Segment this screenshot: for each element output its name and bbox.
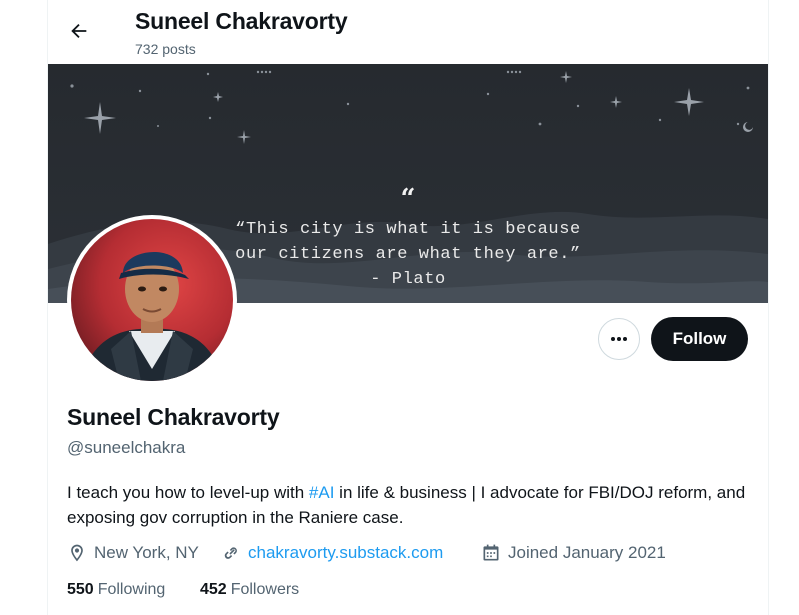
- following-link[interactable]: 550 Following: [67, 581, 165, 599]
- back-button[interactable]: [62, 14, 96, 48]
- followers-label: Followers: [230, 581, 300, 598]
- location-item: New York, NY: [67, 543, 199, 563]
- location-icon: [71, 544, 83, 562]
- website-link[interactable]: chakravorty.substack.com: [248, 543, 443, 563]
- calendar-icon: [483, 544, 499, 561]
- bio-text: I teach you how to level-up with: [67, 483, 309, 502]
- website-item: chakravorty.substack.com: [221, 543, 443, 563]
- following-count: 550: [67, 581, 94, 598]
- followers-count: 452: [200, 581, 227, 598]
- hashtag-link[interactable]: #AI: [309, 483, 335, 502]
- quote-icon: “: [400, 184, 416, 214]
- link-icon: [224, 547, 237, 559]
- profile-display-name: Suneel Chakravorty: [67, 404, 280, 430]
- more-options-button[interactable]: [598, 318, 640, 360]
- location-text: New York, NY: [94, 543, 199, 562]
- follow-button[interactable]: Follow: [651, 317, 748, 361]
- profile-bio: I teach you how to level-up with #AI in …: [67, 480, 747, 530]
- avatar-image: [71, 219, 233, 381]
- arrow-left-icon: [71, 23, 87, 39]
- more-icon: [611, 337, 627, 341]
- followers-link[interactable]: 452 Followers: [200, 581, 299, 599]
- joined-item: Joined January 2021: [481, 543, 666, 563]
- joined-text: Joined January 2021: [508, 543, 666, 562]
- profile-header-bar: Suneel Chakravorty 732 posts: [48, 0, 768, 64]
- header-title: Suneel Chakravorty: [135, 8, 348, 34]
- following-label: Following: [97, 581, 166, 598]
- posts-count: 732 posts: [135, 41, 196, 57]
- profile-handle: @suneelchakra: [67, 438, 186, 457]
- avatar[interactable]: [67, 215, 237, 385]
